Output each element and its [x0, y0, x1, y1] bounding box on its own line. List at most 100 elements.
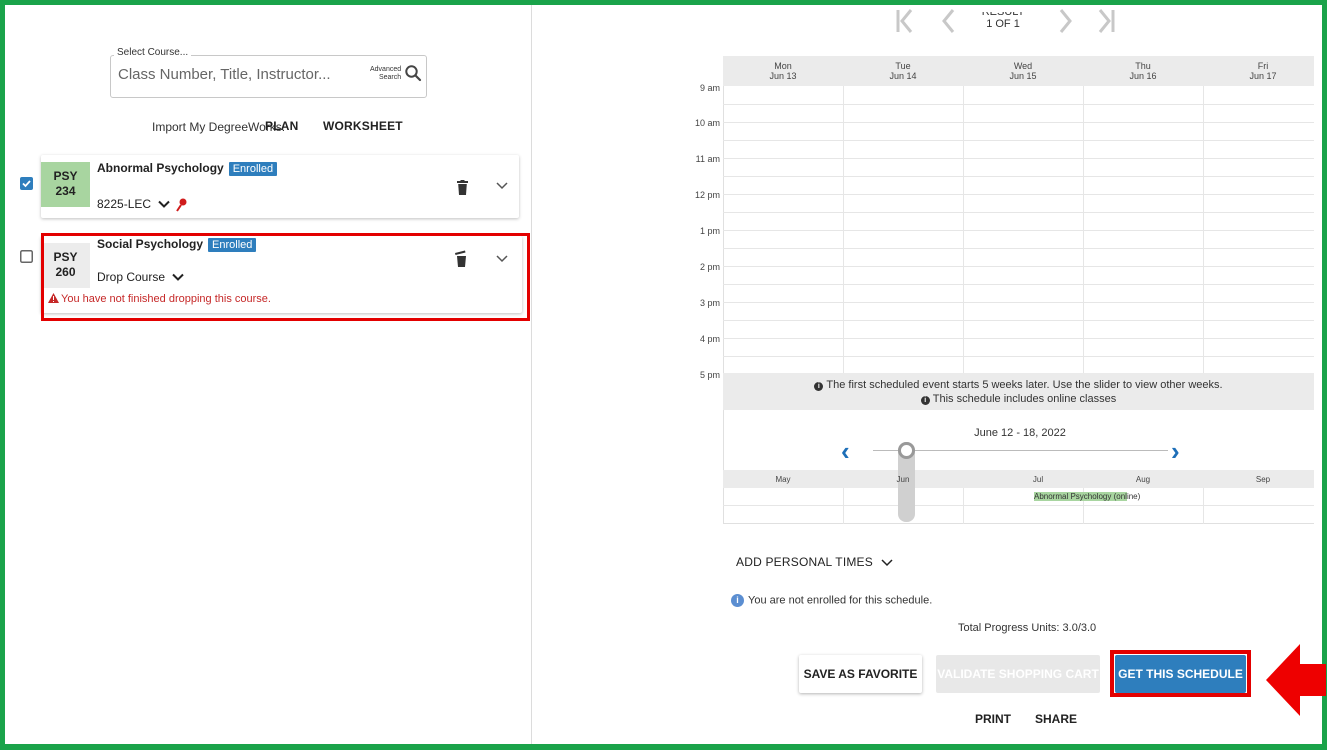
grid-row: [723, 176, 1314, 177]
time-label: 3 pm: [699, 298, 720, 308]
slider-prev-icon[interactable]: ‹: [841, 436, 850, 467]
grid-row: [723, 248, 1314, 249]
expand-chevron-icon[interactable]: [496, 182, 508, 190]
highlight-drop-course: [41, 233, 530, 321]
grid-row: [723, 104, 1314, 105]
search-input[interactable]: Class Number, Title, Instructor...: [118, 66, 331, 83]
notice-text-2: This schedule includes online classes: [932, 393, 1117, 405]
course-checkbox-psy234[interactable]: [20, 177, 33, 190]
time-label: 1 pm: [699, 226, 720, 236]
grid-row: [723, 356, 1314, 357]
grid-row: [723, 284, 1314, 285]
chevron-down-icon: [158, 201, 171, 209]
day-name: Fri: [1257, 61, 1269, 71]
grid-row: [723, 212, 1314, 213]
advanced-search-link[interactable]: Advanced Search: [370, 66, 401, 82]
pager-status: RESULT 1 OF 1: [978, 12, 1028, 30]
online-course-label: Abnormal Psychology (onl: [1034, 492, 1127, 501]
online-course-label-tail: ine): [1126, 492, 1141, 501]
search-legend: Select Course...: [114, 47, 192, 58]
time-label: 12 pm: [694, 190, 720, 200]
month-label: Jun: [896, 475, 910, 484]
online-course-event[interactable]: Abnormal Psychology (online): [1034, 491, 1140, 503]
section-label: 8225-LEC: [97, 197, 152, 211]
day-header-tue: Tue Jun 14: [843, 61, 963, 81]
last-page-icon[interactable]: [1096, 8, 1116, 34]
section-dropdown[interactable]: 8225-LEC: [97, 197, 188, 212]
day-date: Jun 17: [1249, 71, 1277, 81]
notice-text-1: The first scheduled event starts 5 weeks…: [826, 379, 1223, 391]
course-code: PSY 234: [41, 162, 90, 207]
time-label: 9 am: [699, 83, 720, 93]
day-name: Mon: [774, 61, 792, 71]
panel-divider: [531, 5, 532, 744]
chevron-down-icon: [880, 559, 893, 566]
grid-row: [723, 320, 1314, 321]
progress-units: Total Progress Units: 3.0/3.0: [958, 622, 1097, 634]
day-header-fri: Fri Jun 17: [1203, 61, 1323, 81]
grid-row: [723, 302, 1314, 303]
course-card-psy234[interactable]: PSY 234 Abnormal Psychology Enrolled 8225…: [41, 155, 519, 218]
time-label: 5 pm: [699, 370, 720, 380]
day-header-mon: Mon Jun 13: [723, 61, 843, 81]
info-circle-icon: i: [920, 396, 930, 405]
course-subject: PSY: [53, 169, 78, 183]
info-icon: i: [731, 594, 744, 607]
share-link[interactable]: SHARE: [1035, 712, 1077, 726]
red-arrow-icon: [1266, 644, 1326, 716]
course-checkbox-psy260[interactable]: [20, 250, 33, 263]
month-label: Aug: [1135, 475, 1151, 484]
grid-row: [723, 230, 1314, 231]
grid-row: [723, 158, 1314, 159]
month-label: Jul: [1032, 475, 1044, 484]
slider-next-icon[interactable]: ›: [1171, 436, 1180, 467]
month-label: Sep: [1255, 475, 1271, 484]
schedule-notice: i The first scheduled event starts 5 week…: [723, 373, 1314, 410]
pin-icon[interactable]: [175, 198, 188, 212]
day-date: Jun 15: [1009, 71, 1037, 81]
course-number: 234: [55, 184, 76, 198]
course-title: Abnormal Psychology Enrolled: [97, 161, 278, 176]
day-date: Jun 14: [889, 71, 917, 81]
advanced-search-label-2: Search: [378, 74, 402, 81]
search-icon[interactable]: [404, 64, 422, 82]
first-page-icon[interactable]: [895, 8, 915, 34]
week-slider-track[interactable]: [873, 450, 1168, 451]
save-as-favorite-button[interactable]: SAVE AS FAVORITE: [799, 655, 922, 693]
print-link[interactable]: PRINT: [975, 712, 1011, 726]
advanced-search-label-1: Advanced: [370, 66, 402, 73]
week-slider-handle[interactable]: [898, 442, 915, 459]
enrollment-info: i You are not enrolled for this schedule.: [731, 594, 932, 607]
trash-icon[interactable]: [457, 180, 468, 195]
validate-shopping-cart-button[interactable]: VALIDATE SHOPPING CART: [936, 655, 1100, 693]
day-date: Jun 16: [1129, 71, 1157, 81]
day-name: Thu: [1135, 61, 1151, 71]
day-name: Wed: [1013, 61, 1033, 71]
day-header-wed: Wed Jun 15: [963, 61, 1083, 81]
pager-line-2: 1 OF 1: [986, 18, 1020, 30]
grid-row: [723, 338, 1314, 339]
grid-column: [963, 488, 964, 524]
day-date: Jun 13: [769, 71, 797, 81]
schedule-calendar: [723, 56, 1314, 524]
week-range: June 12 - 18, 2022: [974, 427, 1066, 439]
prev-page-icon[interactable]: [940, 8, 956, 34]
import-plan-link[interactable]: PLAN: [265, 119, 298, 133]
grid-row: [723, 194, 1314, 195]
grid-row: [723, 140, 1314, 141]
add-personal-times-label: ADD PERSONAL TIMES: [736, 555, 873, 569]
grid-column: [1203, 488, 1204, 524]
info-circle-icon: i: [814, 382, 824, 391]
course-title-text: Abnormal Psychology: [97, 161, 224, 175]
status-badge: Enrolled: [228, 162, 278, 176]
time-label: 10 am: [694, 118, 720, 128]
add-personal-times-toggle[interactable]: ADD PERSONAL TIMES: [736, 555, 893, 569]
grid-column: [843, 488, 844, 524]
time-label: 2 pm: [699, 262, 720, 272]
day-header-thu: Thu Jun 16: [1083, 61, 1203, 81]
import-worksheet-link[interactable]: WORKSHEET: [323, 119, 403, 133]
enrollment-info-text: You are not enrolled for this schedule.: [748, 594, 933, 607]
time-label: 11 am: [695, 154, 720, 164]
notice-line-1: i The first scheduled event starts 5 week…: [723, 378, 1314, 392]
next-page-icon[interactable]: [1058, 8, 1074, 34]
